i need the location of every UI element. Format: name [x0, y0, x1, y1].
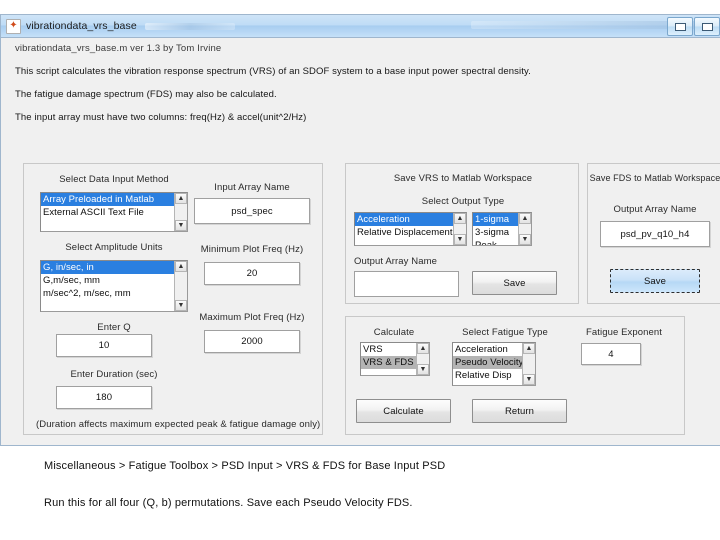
enter-q-input[interactable]: 10	[56, 334, 152, 357]
list-item[interactable]: G,m/sec, mm	[41, 274, 174, 287]
amplitude-units-listbox[interactable]: G, in/sec, in G,m/sec, mm m/sec^2, m/sec…	[40, 260, 188, 312]
list-item[interactable]: Peak	[473, 239, 518, 245]
scroll-up-icon[interactable]: ▲	[519, 213, 531, 224]
matlab-icon: ✦	[6, 18, 21, 34]
max-plot-freq-label: Maximum Plot Freq (Hz)	[199, 312, 305, 323]
fatigue-exponent-input[interactable]: 4	[581, 343, 641, 365]
min-plot-freq-input[interactable]: 20	[204, 262, 300, 285]
list-item[interactable]: Relative Displacement	[355, 226, 453, 239]
save-vrs-title: Save VRS to Matlab Workspace	[393, 173, 533, 184]
scroll-up-icon[interactable]: ▲	[175, 193, 187, 204]
scroll-down-icon[interactable]: ▼	[519, 234, 531, 245]
minimize-icon[interactable]	[667, 17, 693, 36]
input-array-name-input[interactable]: psd_spec	[194, 198, 310, 224]
version-line: vibrationdata_vrs_base.m ver 1.3 by Tom …	[15, 43, 222, 54]
description-block: vibrationdata_vrs_base.m ver 1.3 by Tom …	[15, 43, 705, 123]
fatigue-exponent-label: Fatigue Exponent	[585, 327, 663, 338]
breadcrumb: Miscellaneous > Fatigue Toolbox > PSD In…	[44, 460, 446, 472]
calculate-list-label: Calculate	[373, 327, 415, 338]
scroll-down-icon[interactable]: ▼	[175, 300, 187, 311]
listbox-scrollbar[interactable]: ▲ ▼	[174, 261, 187, 311]
return-button[interactable]: Return	[472, 399, 567, 423]
maximize-icon[interactable]	[694, 17, 720, 36]
title-bar-highlight	[144, 22, 235, 30]
scroll-up-icon[interactable]: ▲	[417, 343, 429, 354]
list-item[interactable]: Pseudo Velocity	[453, 356, 522, 369]
list-item[interactable]: VRS	[361, 343, 416, 356]
list-item[interactable]: External ASCII Text File	[41, 206, 174, 219]
calculate-button[interactable]: Calculate	[356, 399, 451, 423]
listbox-scrollbar[interactable]: ▲ ▼	[518, 213, 531, 245]
vrs-output-array-name-input[interactable]	[354, 271, 459, 297]
duration-note: (Duration affects maximum expected peak …	[36, 419, 321, 430]
description-line-3: The input array must have two columns: f…	[15, 112, 307, 123]
matlab-gui-window: ✦ vibrationdata_vrs_base vibrationdata_v…	[0, 14, 720, 446]
data-input-method-listbox[interactable]: Array Preloaded in Matlab External ASCII…	[40, 192, 188, 232]
save-fds-panel: Save FDS to Matlab Workspace Output Arra…	[587, 163, 720, 304]
list-item[interactable]: 3-sigma	[473, 226, 518, 239]
fds-output-array-name-label: Output Array Name	[613, 204, 697, 215]
listbox-scrollbar[interactable]: ▲ ▼	[416, 343, 429, 375]
window-title: vibrationdata_vrs_base	[26, 20, 137, 32]
fds-output-array-name-input[interactable]: psd_pv_q10_h4	[600, 221, 710, 247]
save-vrs-panel: Save VRS to Matlab Workspace Select Outp…	[345, 163, 579, 304]
select-output-type-label: Select Output Type	[421, 196, 505, 207]
amplitude-units-label: Select Amplitude Units	[65, 242, 163, 253]
window-title-bar: ✦ vibrationdata_vrs_base	[1, 15, 720, 38]
list-item[interactable]: 1-sigma	[473, 213, 518, 226]
description-line-2: The fatigue damage spectrum (FDS) may al…	[15, 89, 277, 100]
scroll-up-icon[interactable]: ▲	[454, 213, 466, 224]
sigma-level-listbox[interactable]: 1-sigma 3-sigma Peak ▲ ▼	[472, 212, 532, 246]
window-controls	[667, 17, 720, 36]
screenshot-root: ✦ vibrationdata_vrs_base vibrationdata_v…	[0, 0, 720, 540]
fatigue-type-label: Select Fatigue Type	[462, 327, 548, 338]
listbox-scrollbar[interactable]: ▲ ▼	[453, 213, 466, 245]
listbox-scrollbar[interactable]: ▲ ▼	[522, 343, 535, 385]
min-plot-freq-label: Minimum Plot Freq (Hz)	[200, 244, 304, 255]
save-fds-button[interactable]: Save	[610, 269, 700, 293]
input-array-name-label: Input Array Name	[214, 182, 290, 193]
vrs-output-array-name-label: Output Array Name	[354, 256, 438, 267]
save-fds-title: Save FDS to Matlab Workspace	[589, 173, 720, 183]
list-item[interactable]: m/sec^2, m/sec, mm	[41, 287, 174, 300]
calculate-panel: Calculate VRS VRS & FDS ▲ ▼ Select Fatig…	[345, 316, 685, 435]
scroll-down-icon[interactable]: ▼	[175, 220, 187, 231]
enter-duration-input[interactable]: 180	[56, 386, 152, 409]
max-plot-freq-input[interactable]: 2000	[204, 330, 300, 353]
scroll-up-icon[interactable]: ▲	[523, 343, 535, 354]
instruction-text: Run this for all four (Q, b) permutation…	[44, 497, 413, 509]
list-item[interactable]: G, in/sec, in	[41, 261, 174, 274]
list-item[interactable]: Relative Disp	[453, 369, 522, 382]
input-settings-panel: Select Data Input Method Array Preloaded…	[23, 163, 323, 435]
list-item[interactable]: Acceleration	[453, 343, 522, 356]
description-line-1: This script calculates the vibration res…	[15, 66, 531, 77]
scroll-up-icon[interactable]: ▲	[175, 261, 187, 272]
list-item[interactable]: Acceleration	[355, 213, 453, 226]
data-input-method-label: Select Data Input Method	[59, 174, 169, 185]
enter-duration-label: Enter Duration (sec)	[70, 369, 158, 380]
scroll-down-icon[interactable]: ▼	[417, 364, 429, 375]
output-type-listbox[interactable]: Acceleration Relative Displacement ▲ ▼	[354, 212, 467, 246]
scroll-down-icon[interactable]: ▼	[454, 234, 466, 245]
scroll-down-icon[interactable]: ▼	[523, 374, 535, 385]
fatigue-type-listbox[interactable]: Acceleration Pseudo Velocity Relative Di…	[452, 342, 536, 386]
list-item[interactable]: Array Preloaded in Matlab	[41, 193, 174, 206]
calculate-listbox[interactable]: VRS VRS & FDS ▲ ▼	[360, 342, 430, 376]
listbox-scrollbar[interactable]: ▲ ▼	[174, 193, 187, 231]
enter-q-label: Enter Q	[97, 322, 131, 333]
save-vrs-button[interactable]: Save	[472, 271, 557, 295]
list-item[interactable]: VRS & FDS	[361, 356, 416, 369]
